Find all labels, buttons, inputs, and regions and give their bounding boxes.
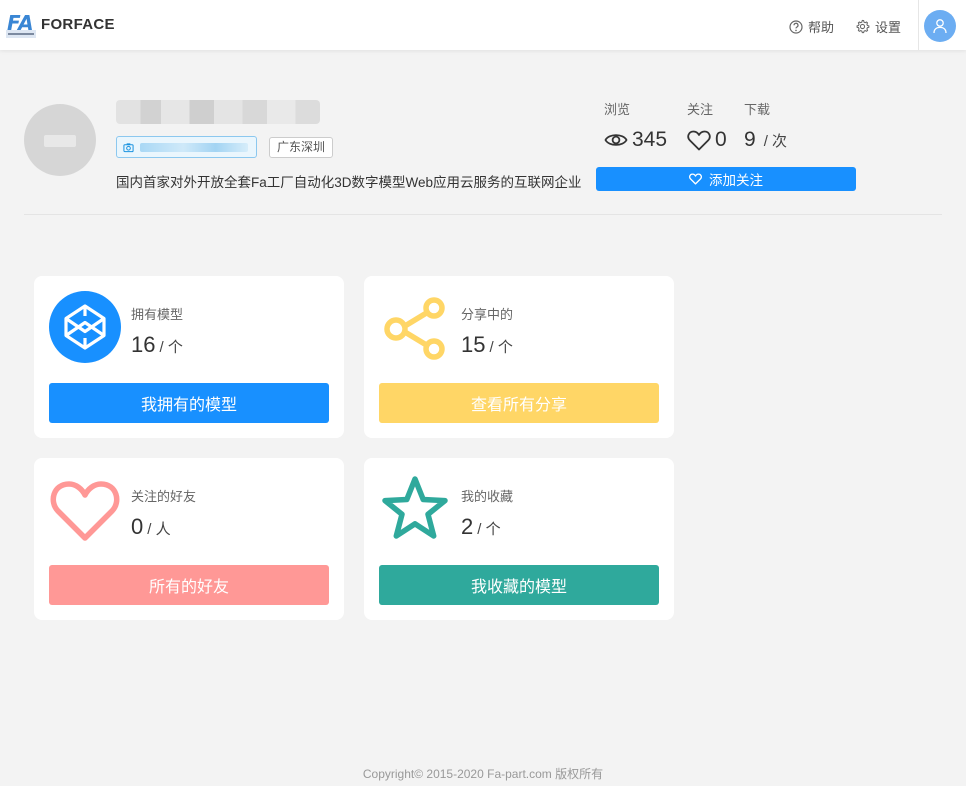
profile-name-redacted [116, 100, 320, 124]
favorites-card: 我的收藏 2/ 个 我收藏的模型 [364, 458, 674, 620]
svg-text:FA: FA [7, 11, 34, 35]
friends-card: 关注的好友 0/ 人 所有的好友 [34, 458, 344, 620]
settings-link[interactable]: 设置 [855, 17, 901, 36]
downloads-unit: / 次 [763, 132, 788, 150]
city-tag: 广东深圳 [269, 137, 334, 158]
owned-models-value: 16/ 个 [131, 332, 183, 357]
heart-icon [48, 472, 122, 546]
follows-stat: 0 [687, 128, 727, 152]
help-label: 帮助 [808, 20, 835, 35]
add-follow-button[interactable]: 添加关注 [596, 167, 856, 191]
gear-icon [856, 19, 870, 34]
downloads-stat: 9 / 次 [744, 128, 787, 152]
top-header: FA FORFACE 帮助 设置 [0, 0, 966, 50]
share-icon [378, 290, 452, 364]
shared-value: 15/ 个 [461, 332, 513, 357]
footer-copyright: Copyright© 2015-2020 Fa-part.com 版权所有 [362, 767, 604, 781]
shared-card: 分享中的 15/ 个 查看所有分享 [364, 276, 674, 438]
favorites-value: 2/ 个 [461, 514, 501, 539]
header-divider [918, 0, 919, 50]
follows-label: 关注 [687, 102, 714, 117]
profile-description: 国内首家对外开放全套Fa工厂自动化3D数字模型Web应用云服务的互联网企业 [116, 175, 582, 190]
favorites-label: 我的收藏 [461, 489, 514, 504]
owned-models-card: 拥有模型 16/ 个 我拥有的模型 [34, 276, 344, 438]
settings-label: 设置 [875, 20, 902, 35]
my-models-button[interactable]: 我拥有的模型 [49, 383, 329, 423]
email-redacted [140, 142, 248, 152]
star-icon [378, 472, 452, 546]
owned-models-label: 拥有模型 [131, 307, 184, 322]
views-count: 345 [632, 128, 668, 151]
profile-divider [24, 214, 942, 215]
downloads-label: 下载 [744, 102, 771, 117]
shared-label: 分享中的 [461, 307, 514, 322]
follows-count: 0 [715, 128, 727, 151]
views-stat: 345 [604, 128, 667, 152]
profile-avatar [24, 104, 96, 176]
heart-icon [689, 173, 702, 185]
user-avatar[interactable] [924, 10, 956, 42]
help-link[interactable]: 帮助 [789, 17, 834, 36]
friends-value: 0/ 人 [131, 514, 171, 539]
view-shares-button[interactable]: 查看所有分享 [379, 383, 659, 423]
friends-label: 关注的好友 [131, 489, 197, 504]
add-follow-label: 添加关注 [709, 173, 763, 188]
downloads-count: 9 [744, 128, 756, 151]
codepen-cube-icon [48, 290, 122, 364]
user-icon [933, 19, 947, 34]
all-friends-button[interactable]: 所有的好友 [49, 565, 329, 605]
brand-name[interactable]: FORFACE [41, 16, 115, 33]
email-tag [116, 136, 257, 158]
views-label: 浏览 [604, 102, 631, 117]
forface-logo[interactable]: FA [6, 10, 36, 38]
help-icon [789, 19, 803, 34]
heart-outline-icon [687, 130, 711, 150]
camera-icon [123, 142, 134, 152]
my-favorites-button[interactable]: 我收藏的模型 [379, 565, 659, 605]
eye-icon [604, 134, 628, 146]
